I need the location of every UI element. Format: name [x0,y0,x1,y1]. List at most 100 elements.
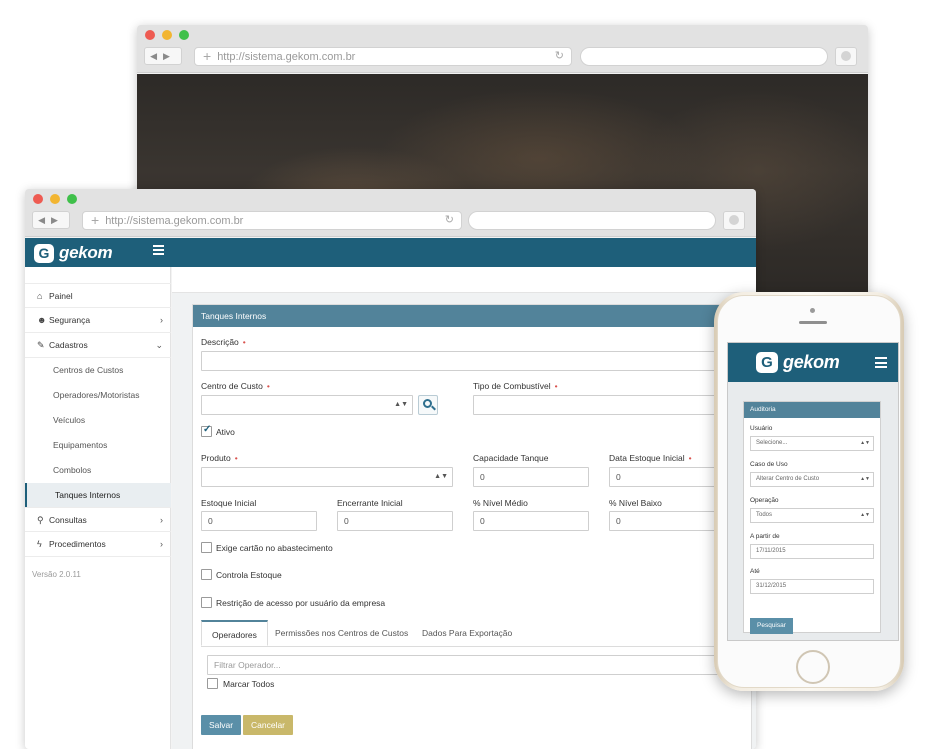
produto-label-text: Produto [201,453,231,463]
controla-estoque-label: Controla Estoque [216,570,282,580]
back-forward-buttons[interactable]: ◀▶ [144,47,182,65]
ate-input[interactable]: 31/12/2015 [750,579,874,594]
encerrante-input[interactable]: 0 [337,511,453,531]
sidebar-subitem-equipamentos[interactable]: Equipamentos [25,433,171,458]
sidebar-item-label: Cadastros [49,340,88,350]
tanques-form-panel: Tanques Internos Descrição • Centro de Cu… [192,304,752,749]
caso-uso-select[interactable]: Alterar Centro de Custo ▲▼ [750,472,874,487]
pesquisar-button[interactable]: Pesquisar [750,618,793,634]
nivel-medio-label: % Nível Médio [473,498,528,508]
save-button[interactable]: Salvar [201,715,242,735]
back-extension-icon[interactable] [835,47,857,66]
sidebar-subitem-label: Equipamentos [53,440,108,450]
close-dot-icon[interactable] [145,30,155,40]
home-button[interactable] [796,650,830,684]
filtrar-operador-input[interactable]: Filtrar Operador... [207,655,737,675]
reload-icon[interactable]: ↻ [445,212,454,229]
a-partir-label: A partir de [750,533,780,540]
back-search-bar[interactable] [580,47,828,66]
maximize-dot-icon[interactable] [179,30,189,40]
estoque-inicial-label: Estoque Inicial [201,498,257,508]
front-extension-icon[interactable] [723,211,745,230]
mobile-menu-toggle-icon[interactable] [875,357,887,368]
sidebar-subitem-label: Tanques Internos [55,490,121,500]
tipo-combustivel-label-text: Tipo de Combustível [473,381,551,391]
sidebar-item-painel[interactable]: ⌂ Painel [25,283,171,308]
operacao-select[interactable]: Todos ▲▼ [750,508,874,523]
back-browser-chrome: ◀▶ + http://sistema.gekom.com.br ↻ [137,25,868,73]
descricao-label-text: Descrição [201,337,239,347]
exige-cartao-checkbox[interactable] [201,542,212,553]
earpiece [799,321,827,324]
panel-title: Tanques Internos [193,305,751,327]
select-arrows-icon: ▲▼ [434,473,448,480]
tab-operadores[interactable]: Operadores [201,620,268,646]
nivel-baixo-label: % Nível Baixo [609,498,662,508]
centro-custo-search-button[interactable] [418,395,438,415]
marcar-todos-label: Marcar Todos [223,679,275,689]
sidebar-item-cadastros[interactable]: ✎ Cadastros ⌄ [25,333,171,358]
back-forward-buttons[interactable]: ◀▶ [32,211,70,229]
tipo-combustivel-select[interactable] [473,395,741,415]
restricao-checkbox[interactable] [201,597,212,608]
sidebar-item-consultas[interactable]: ⚲ Consultas › [25,507,171,532]
minimize-dot-icon[interactable] [162,30,172,40]
auditoria-panel: Auditoria Usuário Selecione... ▲▼ Caso de… [743,401,881,634]
capacidade-input[interactable]: 0 [473,467,589,487]
usuario-select[interactable]: Selecione... ▲▼ [750,436,874,451]
logo-text: gekom [783,351,840,372]
front-browser-window: ◀▶ + http://sistema.gekom.com.br ↻ G geko… [25,189,756,749]
close-dot-icon[interactable] [33,194,43,204]
minimize-dot-icon[interactable] [50,194,60,204]
sidebar-subitem-combolos[interactable]: Combolos [25,458,171,483]
chevron-right-icon: › [160,515,163,525]
front-search-bar[interactable] [468,211,716,230]
centro-custo-select[interactable]: ▲▼ [201,395,413,415]
sidebar-subitem-centros-de-custos[interactable]: Centros de Custos [25,358,171,383]
select-arrows-icon: ▲▼ [394,401,408,408]
gekom-logo[interactable]: G gekom [34,243,113,263]
menu-toggle-icon[interactable] [153,245,164,255]
back-url-bar[interactable]: + http://sistema.gekom.com.br ↻ [194,47,572,66]
phone-device: G gekom Auditoria Usuário Selecione... ▲▼… [714,292,904,691]
sidebar-item-procedimentos[interactable]: ϟ Procedimentos › [25,532,171,557]
logo-text: gekom [59,243,113,262]
edit-icon: ✎ [37,340,45,350]
reload-icon[interactable]: ↻ [555,48,564,65]
camera-icon [810,308,815,313]
chevron-down-icon: ⌄ [155,340,163,350]
version-label: Versão 2.0.11 [32,570,81,579]
descricao-input[interactable] [201,351,741,371]
encerrante-label: Encerrante Inicial [337,498,403,508]
operacao-label: Operação [750,497,779,504]
centro-custo-label: Centro de Custo • [201,381,270,391]
a-partir-input[interactable]: 17/11/2015 [750,544,874,559]
content-top-strip [172,267,756,293]
produto-select[interactable]: ▲▼ [201,467,453,487]
front-url-bar[interactable]: + http://sistema.gekom.com.br ↻ [82,211,462,230]
logo-mark-icon: G [756,351,778,373]
sidebar-item-label: Procedimentos [49,539,106,549]
mobile-gekom-logo[interactable]: G gekom [756,351,840,373]
cancel-button[interactable]: Cancelar [243,715,294,735]
sidebar-subitem-operadores[interactable]: Operadores/Motoristas [25,383,171,408]
estoque-inicial-input[interactable]: 0 [201,511,317,531]
tab-dados-exportacao[interactable]: Dados Para Exportação [412,620,522,646]
front-url-text: http://sistema.gekom.com.br [105,215,244,227]
produto-label: Produto • [201,453,238,463]
sidebar-item-seguranca[interactable]: ☻ Segurança › [25,308,171,333]
nivel-medio-input[interactable]: 0 [473,511,589,531]
ativo-checkbox[interactable] [201,424,212,437]
tab-permissoes[interactable]: Permissões nos Centros de Custos [265,620,418,646]
sidebar-subitem-tanques-internos[interactable]: Tanques Internos [25,483,171,508]
maximize-dot-icon[interactable] [67,194,77,204]
new-tab-icon[interactable]: + [91,212,99,228]
marcar-todos-checkbox[interactable] [207,678,218,689]
mobile-header: G gekom [728,343,898,382]
new-tab-icon[interactable]: + [203,48,211,64]
controla-estoque-checkbox[interactable] [201,569,212,580]
app-header: G gekom [25,238,756,267]
sidebar-subitem-veiculos[interactable]: Veículos [25,408,171,433]
sidebar-item-label: Consultas [49,515,87,525]
select-arrows-icon: ▲▼ [860,512,870,518]
